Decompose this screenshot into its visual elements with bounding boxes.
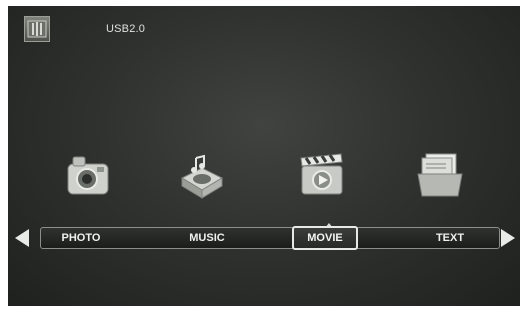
tv-screen: USB2.0 PHOTO MUSIC MOVIE TEXT	[8, 6, 520, 306]
music-player-icon[interactable]	[174, 148, 230, 204]
documents-icon[interactable]	[412, 148, 468, 204]
media-menu-bar: PHOTO MUSIC MOVIE TEXT	[40, 226, 500, 250]
top-bar: USB2.0	[24, 16, 145, 42]
clapperboard-icon[interactable]	[294, 148, 350, 204]
usb-device-icon	[24, 16, 50, 42]
source-label: USB2.0	[106, 23, 146, 35]
menu-item-photo[interactable]: PHOTO	[51, 230, 111, 246]
menu-item-movie[interactable]: MOVIE	[292, 226, 358, 250]
camera-icon[interactable]	[61, 148, 117, 204]
right-arrow-icon[interactable]	[501, 229, 515, 247]
left-arrow-icon[interactable]	[15, 229, 29, 247]
menu-item-music[interactable]: MUSIC	[172, 230, 242, 246]
menu-item-text[interactable]: TEXT	[415, 230, 485, 246]
media-icons	[8, 148, 520, 204]
